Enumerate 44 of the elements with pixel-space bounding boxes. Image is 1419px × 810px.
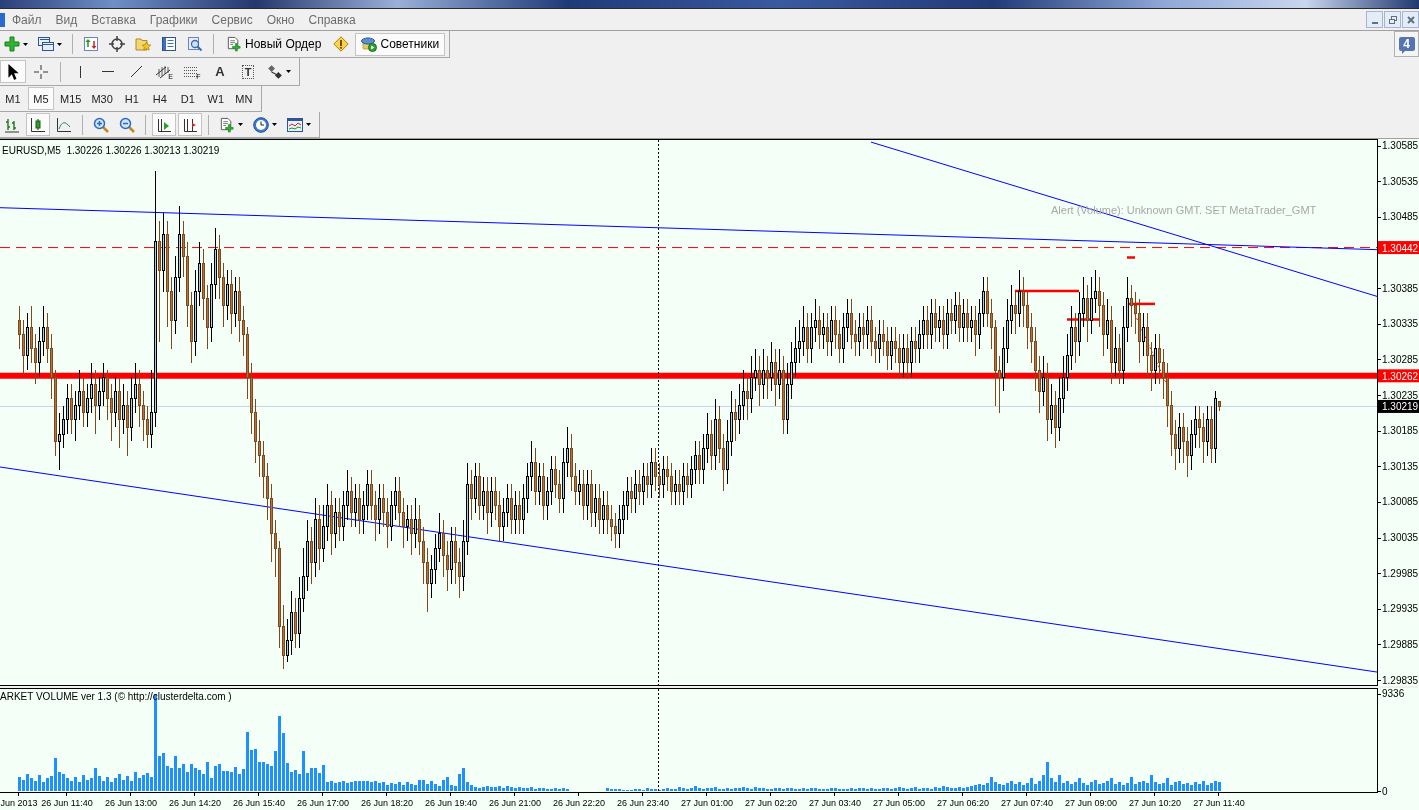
time-label: 26 Jun 23:40 bbox=[617, 798, 669, 808]
axis-label: 0 bbox=[1382, 785, 1388, 797]
time-label: 27 Jun 02:20 bbox=[745, 798, 797, 808]
ref-line-label: 1.30442 bbox=[1382, 242, 1419, 254]
axis-label: 9336 bbox=[1382, 688, 1405, 700]
time-label: 26 Jun 22:20 bbox=[553, 798, 605, 808]
axis-label: 1.30285 bbox=[1382, 353, 1419, 365]
time-label: Jun 2013 bbox=[0, 798, 38, 808]
price-label: 1.30262 bbox=[1378, 369, 1419, 383]
time-label: 26 Jun 21:00 bbox=[489, 798, 541, 808]
axis-label: 1.29885 bbox=[1382, 638, 1419, 650]
ref-line-label: 1.30219 bbox=[1382, 401, 1419, 413]
time-label: 26 Jun 18:20 bbox=[361, 798, 413, 808]
time-label: 26 Jun 11:40 bbox=[41, 798, 93, 808]
time-label: 27 Jun 07:40 bbox=[1001, 798, 1053, 808]
time-label: 27 Jun 10:20 bbox=[1129, 798, 1181, 808]
axis-label: 1.29935 bbox=[1382, 603, 1419, 615]
axis-label: 1.30535 bbox=[1382, 175, 1419, 187]
price-label: 1.30442 bbox=[1378, 241, 1419, 255]
time-label: 27 Jun 11:40 bbox=[1193, 798, 1245, 808]
axis-label: 1.29835 bbox=[1382, 674, 1419, 686]
ref-line-label: 1.30262 bbox=[1382, 370, 1419, 382]
axis-label: 1.30385 bbox=[1382, 282, 1419, 294]
time-label: 26 Jun 14:20 bbox=[169, 798, 221, 808]
axis-label: 1.30335 bbox=[1382, 318, 1419, 330]
axis-label: 1.29985 bbox=[1382, 567, 1419, 579]
axis-label: 1.30185 bbox=[1382, 425, 1419, 437]
time-label: 27 Jun 05:00 bbox=[873, 798, 925, 808]
chart-title: EURUSD,M5 1.30226 1.30226 1.30213 1.30219 bbox=[2, 145, 220, 156]
axis-label: 1.30035 bbox=[1382, 532, 1419, 544]
time-label: 26 Jun 13:00 bbox=[105, 798, 157, 808]
axis-label: 1.30235 bbox=[1382, 389, 1419, 401]
time-label: 27 Jun 09:00 bbox=[1065, 798, 1117, 808]
time-label: 26 Jun 17:00 bbox=[297, 798, 349, 808]
axis-label: 1.30135 bbox=[1382, 460, 1419, 472]
time-label: 26 Jun 19:40 bbox=[425, 798, 477, 808]
axis-label: 1.30485 bbox=[1382, 211, 1419, 223]
time-label: 27 Jun 03:40 bbox=[809, 798, 861, 808]
time-label: 27 Jun 06:20 bbox=[937, 798, 989, 808]
axis-label: 1.30585 bbox=[1382, 140, 1419, 152]
axis-label: 1.30085 bbox=[1382, 496, 1419, 508]
time-label: 27 Jun 01:00 bbox=[681, 798, 733, 808]
time-label: 26 Jun 15:40 bbox=[233, 798, 285, 808]
price-label: 1.30219 bbox=[1378, 399, 1419, 413]
